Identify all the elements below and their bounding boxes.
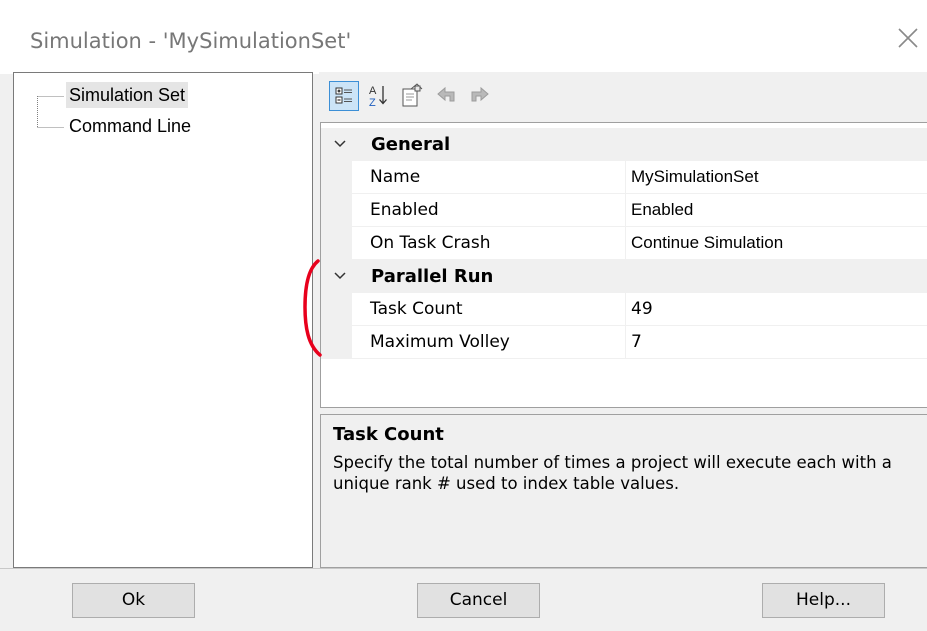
- help-button[interactable]: Help...: [762, 583, 885, 618]
- property-value-cell[interactable]: Continue Simulation: [626, 227, 927, 260]
- category-label: Parallel Run: [371, 266, 494, 287]
- red-bracket-annotation: [303, 259, 322, 357]
- property-name-cell: Enabled: [352, 194, 626, 227]
- property-row[interactable]: On Task Crash Continue Simulation: [321, 227, 927, 260]
- close-icon[interactable]: [896, 26, 920, 50]
- property-value-cell[interactable]: 7: [626, 326, 927, 359]
- description-title: Task Count: [333, 424, 444, 445]
- back-icon: [437, 86, 455, 102]
- chevron-down-icon[interactable]: [332, 136, 348, 152]
- back-button[interactable]: [431, 81, 461, 111]
- tree-connector-lines: [37, 96, 64, 128]
- category-label: General: [371, 134, 451, 155]
- property-pages-icon: [402, 83, 423, 107]
- property-value: Enabled: [631, 200, 694, 219]
- property-grid: General Name MySimulationSet Enabled Ena…: [320, 122, 927, 408]
- categorized-icon: [335, 87, 352, 104]
- svg-text:Z: Z: [369, 97, 376, 109]
- property-value: 49: [631, 299, 653, 319]
- property-row[interactable]: Maximum Volley 7: [321, 326, 927, 359]
- alphabetical-button[interactable]: A Z: [364, 81, 394, 111]
- property-name-cell: Maximum Volley: [352, 326, 626, 359]
- property-value: 7: [631, 332, 642, 352]
- svg-text:A: A: [369, 85, 377, 97]
- tree-item-simulation-set[interactable]: Simulation Set: [66, 82, 189, 108]
- chevron-down-icon[interactable]: [332, 268, 348, 284]
- row-gutter: [321, 161, 352, 194]
- categorized-button[interactable]: [329, 81, 359, 111]
- description-text: Specify the total number of times a proj…: [333, 453, 892, 493]
- property-value-cell[interactable]: 49: [626, 293, 927, 326]
- ok-button[interactable]: Ok: [72, 583, 195, 618]
- title-bar: Simulation - 'MySimulationSet': [0, 0, 927, 74]
- property-name-cell: Name: [352, 161, 626, 194]
- tree-panel: Simulation Set Command Line: [13, 72, 313, 568]
- property-value: Continue Simulation: [631, 233, 784, 252]
- property-value-cell[interactable]: Enabled: [626, 194, 927, 227]
- description-pane: Task Count Specify the total number of t…: [320, 414, 927, 568]
- property-name: Task Count: [370, 299, 463, 319]
- forward-icon: [471, 86, 489, 102]
- property-panel: A Z General Name MySimulationSet Enabled…: [319, 72, 927, 568]
- property-value-cell[interactable]: MySimulationSet: [626, 161, 927, 194]
- window-title: Simulation - 'MySimulationSet': [30, 29, 352, 53]
- category-parallel-run[interactable]: Parallel Run: [321, 260, 927, 293]
- tree-item-command-line[interactable]: Command Line: [66, 113, 194, 139]
- category-general[interactable]: General: [321, 128, 927, 161]
- property-toolbar: A Z: [319, 72, 927, 122]
- property-name: Enabled: [370, 200, 439, 220]
- property-value: MySimulationSet: [631, 167, 759, 186]
- property-name: On Task Crash: [370, 233, 491, 253]
- simulation-dialog: Simulation - 'MySimulationSet' Simulatio…: [0, 0, 927, 631]
- property-row[interactable]: Task Count 49: [321, 293, 927, 326]
- property-row[interactable]: Name MySimulationSet: [321, 161, 927, 194]
- property-row[interactable]: Enabled Enabled: [321, 194, 927, 227]
- property-name-cell: On Task Crash: [352, 227, 626, 260]
- forward-button[interactable]: [465, 81, 495, 111]
- property-name: Maximum Volley: [370, 332, 510, 352]
- property-pages-button[interactable]: [397, 81, 427, 111]
- alphabetical-sort-icon: A Z: [369, 85, 387, 109]
- row-gutter: [321, 194, 352, 227]
- property-name-cell: Task Count: [352, 293, 626, 326]
- property-name: Name: [370, 167, 421, 187]
- button-bar: Ok Cancel Help...: [0, 568, 927, 631]
- cancel-button[interactable]: Cancel: [417, 583, 540, 618]
